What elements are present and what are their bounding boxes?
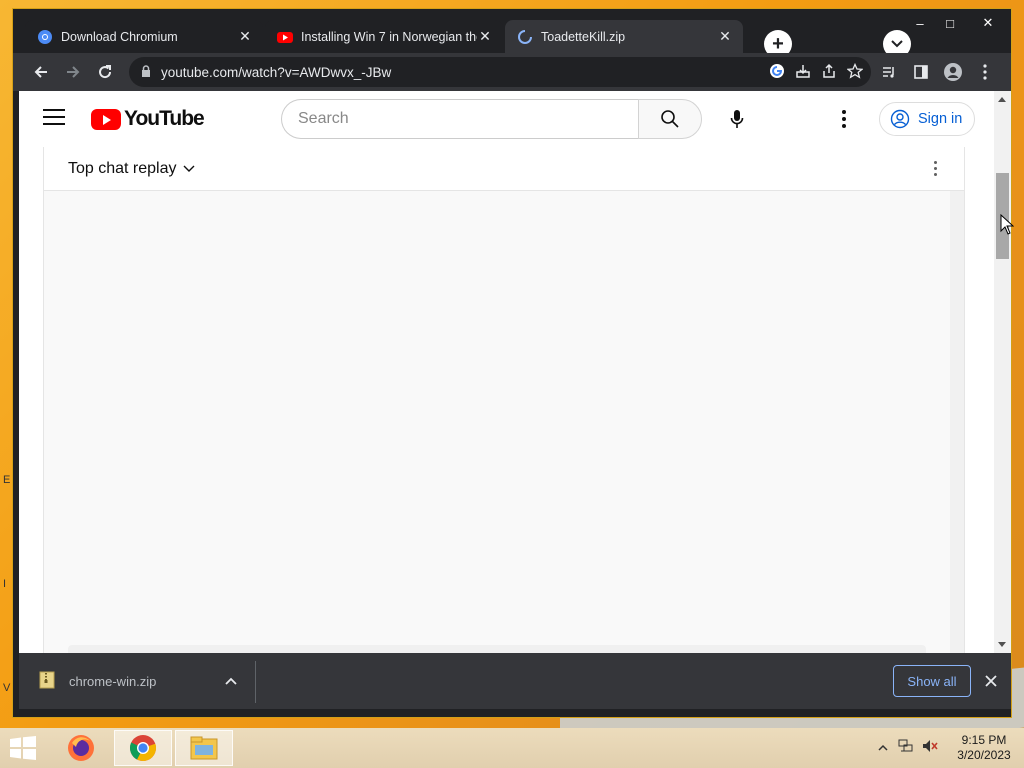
chevron-down-icon [891, 40, 903, 48]
profile-button[interactable] [939, 58, 967, 86]
taskbar: 9:15 PM 3/20/2023 [0, 728, 1024, 768]
clock-date: 3/20/2023 [957, 748, 1011, 762]
desktop-icon-label-fragment: I [3, 578, 7, 590]
chat-scrollbar[interactable] [950, 191, 964, 653]
account-circle-icon [890, 109, 910, 129]
media-queue-icon [883, 67, 894, 78]
tab-close-icon[interactable]: ✕ [237, 28, 253, 45]
youtube-play-icon [91, 108, 121, 130]
address-bar[interactable]: youtube.com/watch?v=AWDwvx_-JBw [129, 57, 871, 87]
desktop-icon-label-fragment: E [3, 474, 11, 486]
download-item[interactable]: chrome-win.zip [19, 653, 255, 709]
chat-message-row [68, 645, 926, 653]
downloads-bar: chrome-win.zip Show all [19, 653, 1011, 709]
scroll-up-arrow-icon[interactable] [998, 97, 1006, 102]
guide-menu-button[interactable] [43, 109, 65, 127]
lock-icon [141, 64, 151, 80]
mouse-cursor-icon [1000, 213, 1015, 241]
taskbar-file-explorer[interactable] [175, 730, 233, 766]
sign-in-label: Sign in [918, 111, 963, 127]
youtube-logo[interactable]: YouTube [91, 107, 205, 131]
taskbar-clock[interactable]: 9:15 PM 3/20/2023 [944, 733, 1024, 763]
vertical-dots-icon [983, 64, 987, 80]
chat-header: Top chat replay [44, 147, 964, 191]
tab-download-chromium[interactable]: Download Chromium ✕ [25, 20, 263, 53]
chevron-up-icon[interactable] [225, 673, 237, 688]
page-scrollbar[interactable] [994, 91, 1011, 653]
back-button[interactable] [27, 58, 55, 86]
chat-more-options-button[interactable] [930, 157, 940, 179]
reload-button[interactable] [91, 58, 119, 86]
install-app-icon[interactable] [795, 63, 811, 82]
tab-close-icon[interactable]: ✕ [717, 28, 733, 45]
close-downloads-bar-icon[interactable] [981, 671, 1001, 691]
chat-mode-selector[interactable]: Top chat replay [68, 160, 177, 178]
start-button[interactable] [8, 736, 40, 760]
zip-file-icon [39, 671, 55, 692]
google-lens-icon[interactable] [769, 63, 785, 82]
show-all-downloads-button[interactable]: Show all [893, 665, 971, 697]
side-panel-icon [914, 65, 928, 79]
url-text: youtube.com/watch?v=AWDwvx_-JBw [161, 64, 392, 80]
voice-search-button[interactable] [719, 101, 755, 137]
reload-icon [99, 65, 112, 79]
desktop-icon-label-fragment: V [3, 682, 11, 694]
file-explorer-icon [190, 736, 218, 760]
close-window-button[interactable]: ✕ [965, 9, 1011, 37]
side-panel-button[interactable] [907, 58, 935, 86]
window-controls: – □ ✕ [905, 9, 1011, 37]
tab-strip: Download Chromium ✕ Installing Win 7 in … [25, 20, 745, 53]
web-page-content: YouTube Search Sign in Top chat replay [19, 91, 1011, 653]
browser-window: – □ ✕ Download Chromium ✕ Installing Win… [12, 8, 1012, 718]
live-chat-replay-panel: Top chat replay [43, 147, 965, 653]
taskbar-firefox[interactable] [52, 730, 110, 766]
forward-button[interactable] [59, 58, 87, 86]
maximize-button[interactable]: □ [935, 9, 965, 37]
tab-close-icon[interactable]: ✕ [477, 28, 493, 45]
system-tray: 9:15 PM 3/20/2023 [878, 728, 1024, 768]
tab-title: ToadetteKill.zip [541, 29, 626, 44]
youtube-icon [277, 29, 293, 45]
scroll-down-arrow-icon[interactable] [998, 642, 1006, 647]
firefox-icon [68, 735, 94, 761]
settings-more-button[interactable] [837, 107, 851, 131]
media-controls-button[interactable] [875, 58, 903, 86]
back-arrow-icon [34, 66, 47, 78]
show-hidden-icons-icon[interactable] [878, 739, 888, 757]
microphone-icon [730, 110, 744, 128]
minimize-button[interactable]: – [905, 9, 935, 37]
chromium-icon [37, 29, 53, 45]
search-button[interactable] [638, 99, 702, 139]
browser-toolbar: youtube.com/watch?v=AWDwvx_-JBw [13, 53, 1011, 91]
loading-spinner-icon [517, 29, 533, 45]
forward-arrow-icon [67, 66, 80, 78]
divider [255, 661, 256, 703]
bookmark-star-icon[interactable] [846, 62, 864, 82]
taskbar-chrome[interactable] [114, 730, 172, 766]
volume-muted-icon[interactable] [922, 739, 938, 758]
tab-title: Download Chromium [61, 29, 178, 44]
chevron-down-icon[interactable] [183, 160, 195, 178]
download-file-name: chrome-win.zip [69, 673, 157, 689]
search-input[interactable]: Search [281, 99, 639, 139]
youtube-logo-text: YouTube [124, 107, 205, 130]
tab-youtube-video[interactable]: Installing Win 7 in Norwegian the ✕ [265, 20, 503, 53]
chrome-icon [129, 735, 156, 761]
share-icon[interactable] [821, 63, 837, 82]
sign-in-button[interactable]: Sign in [879, 102, 975, 136]
avatar-icon [944, 63, 962, 81]
network-icon[interactable] [898, 739, 914, 758]
chrome-menu-button[interactable] [971, 58, 999, 86]
windows-logo-icon [10, 736, 36, 760]
tab-toadettekill-zip[interactable]: ToadetteKill.zip ✕ [505, 20, 743, 53]
youtube-header: YouTube Search Sign in [19, 91, 994, 147]
clock-time: 9:15 PM [961, 733, 1007, 747]
tab-title: Installing Win 7 in Norwegian the [301, 29, 477, 44]
search-icon [661, 110, 679, 128]
